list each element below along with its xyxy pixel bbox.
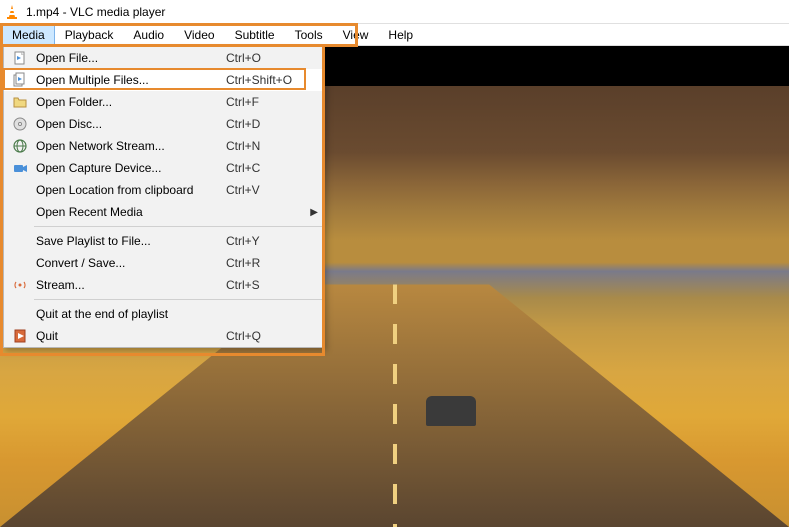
menu-help[interactable]: Help: [378, 24, 423, 45]
menu-separator: [34, 226, 322, 227]
vlc-cone-icon: [4, 4, 20, 20]
menu-label: Tools: [295, 28, 323, 42]
menu-item-shortcut: Ctrl+R: [226, 256, 306, 270]
menu-item-shortcut: Ctrl+D: [226, 117, 306, 131]
menu-item-label: Open Location from clipboard: [32, 183, 226, 197]
menu-item-label: Open Recent Media: [32, 205, 226, 219]
submenu-arrow-icon: ▶: [306, 207, 318, 218]
menu-item-shortcut: Ctrl+Y: [226, 234, 306, 248]
menu-item-label: Open Capture Device...: [32, 161, 226, 175]
menu-label: View: [343, 28, 369, 42]
menu-playback[interactable]: Playback: [55, 24, 124, 45]
media-menu-dropdown: Open File...Ctrl+OOpen Multiple Files...…: [3, 46, 325, 348]
disc-icon: [8, 116, 32, 132]
menu-video[interactable]: Video: [174, 24, 224, 45]
quit-icon: [8, 328, 32, 344]
menu-item-shortcut: Ctrl+Shift+O: [226, 73, 306, 87]
menu-item-label: Open File...: [32, 51, 226, 65]
menubar: Media Playback Audio Video Subtitle Tools View…: [0, 24, 789, 46]
network-icon: [8, 138, 32, 154]
menu-item-label: Convert / Save...: [32, 256, 226, 270]
menu-subtitle[interactable]: Subtitle: [225, 24, 285, 45]
folder-icon: [8, 94, 32, 110]
window-title: 1.mp4 - VLC media player: [26, 5, 165, 19]
menu-item-label: Open Multiple Files...: [32, 73, 226, 87]
menu-item-shortcut: Ctrl+C: [226, 161, 306, 175]
menu-item-label: Open Network Stream...: [32, 139, 226, 153]
menu-view[interactable]: View: [333, 24, 379, 45]
menu-item-label: Open Folder...: [32, 95, 226, 109]
menu-item-shortcut: Ctrl+Q: [226, 329, 306, 343]
menu-media[interactable]: Media: [2, 24, 55, 45]
menu-item-open-multiple-files[interactable]: Open Multiple Files...Ctrl+Shift+O: [4, 69, 324, 91]
menu-item-label: Open Disc...: [32, 117, 226, 131]
menu-item-open-location-from-clipboard[interactable]: Open Location from clipboardCtrl+V: [4, 179, 324, 201]
menu-separator: [34, 299, 322, 300]
menu-item-shortcut: Ctrl+N: [226, 139, 306, 153]
stream-icon: [8, 277, 32, 293]
menu-label: Playback: [65, 28, 114, 42]
menu-item-shortcut: Ctrl+S: [226, 278, 306, 292]
menu-label: Subtitle: [235, 28, 275, 42]
menu-audio[interactable]: Audio: [123, 24, 174, 45]
menu-item-label: Stream...: [32, 278, 226, 292]
menu-label: Audio: [133, 28, 164, 42]
menu-item-label: Save Playlist to File...: [32, 234, 226, 248]
capture-icon: [8, 160, 32, 176]
menu-item-open-capture-device[interactable]: Open Capture Device...Ctrl+C: [4, 157, 324, 179]
menu-item-open-folder[interactable]: Open Folder...Ctrl+F: [4, 91, 324, 113]
menu-item-open-disc[interactable]: Open Disc...Ctrl+D: [4, 113, 324, 135]
menu-item-convert-save[interactable]: Convert / Save...Ctrl+R: [4, 252, 324, 274]
menu-label: Media: [12, 28, 45, 42]
menu-item-save-playlist-to-file[interactable]: Save Playlist to File...Ctrl+Y: [4, 230, 324, 252]
menu-item-shortcut: Ctrl+F: [226, 95, 306, 109]
menu-item-shortcut: Ctrl+V: [226, 183, 306, 197]
menu-item-label: Quit at the end of playlist: [32, 307, 226, 321]
file-icon: [8, 50, 32, 66]
menu-item-stream[interactable]: Stream...Ctrl+S: [4, 274, 324, 296]
menu-label: Help: [388, 28, 413, 42]
menu-item-quit[interactable]: QuitCtrl+Q: [4, 325, 324, 347]
file-multi-icon: [8, 72, 32, 88]
menu-item-shortcut: Ctrl+O: [226, 51, 306, 65]
menu-item-label: Quit: [32, 329, 226, 343]
menu-label: Video: [184, 28, 214, 42]
menu-tools[interactable]: Tools: [285, 24, 333, 45]
menu-item-quit-at-the-end-of-playlist[interactable]: Quit at the end of playlist: [4, 303, 324, 325]
menu-item-open-network-stream[interactable]: Open Network Stream...Ctrl+N: [4, 135, 324, 157]
titlebar: 1.mp4 - VLC media player: [0, 0, 789, 24]
menu-item-open-file[interactable]: Open File...Ctrl+O: [4, 47, 324, 69]
menu-item-open-recent-media[interactable]: Open Recent Media ▶: [4, 201, 324, 223]
